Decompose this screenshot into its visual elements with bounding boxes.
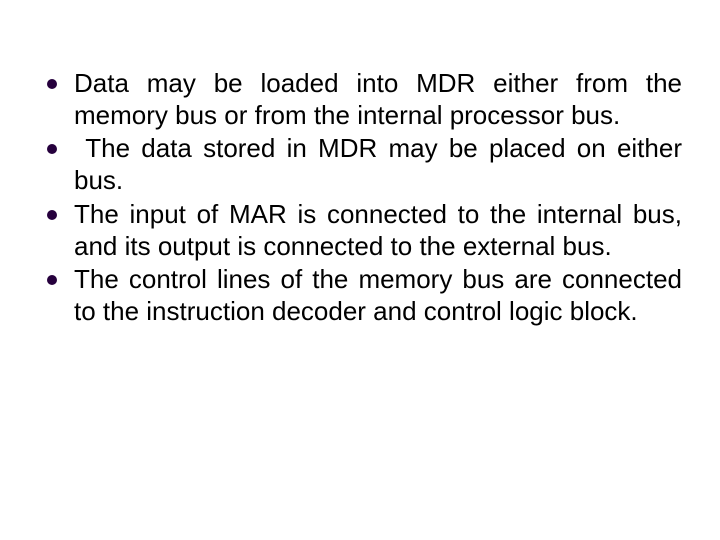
bullet-icon [30,199,74,220]
list-item-text: The control lines of the memory bus are … [74,264,682,327]
bullet-icon [30,68,74,89]
list-item-text: Data may be loaded into MDR either from … [74,68,682,131]
list-item-text: The data stored in MDR may be placed on … [74,133,682,196]
bullet-icon [30,133,74,154]
bullet-icon [30,264,74,285]
list-item-text: The input of MAR is connected to the int… [74,199,682,262]
list-item: The control lines of the memory bus are … [30,264,682,327]
list-item: The data stored in MDR may be placed on … [30,133,682,196]
list-item: Data may be loaded into MDR either from … [30,68,682,131]
list-item: The input of MAR is connected to the int… [30,199,682,262]
bullet-list: Data may be loaded into MDR either from … [30,68,682,328]
